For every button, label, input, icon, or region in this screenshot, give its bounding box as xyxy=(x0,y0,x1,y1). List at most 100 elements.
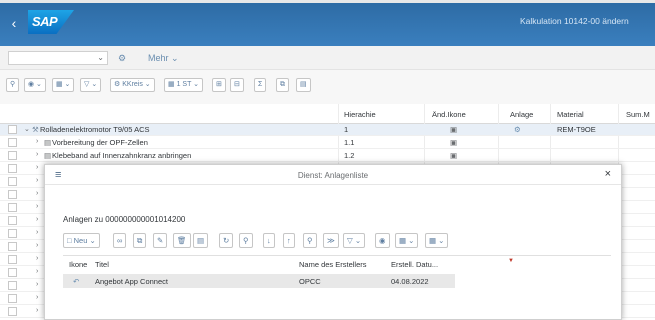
top-strip xyxy=(0,0,655,3)
unit-label: 1 ST xyxy=(176,81,192,88)
row-hierarchy: 1 xyxy=(344,125,349,134)
attachment-date: 04.08.2022 xyxy=(391,277,429,286)
view-button[interactable]: ◉ ⌄ xyxy=(24,78,46,92)
copy-icon[interactable]: ⧉ xyxy=(133,233,147,248)
unit-select[interactable]: ▦ 1 ST ⌄ xyxy=(164,78,204,92)
dialog-header: ≡ Dienst: Anlagenliste × xyxy=(45,165,621,185)
row-checkbox[interactable] xyxy=(8,255,17,264)
search-icon[interactable]: ⚲ xyxy=(303,233,317,248)
delete-icon[interactable]: 🗑 xyxy=(173,233,191,248)
table-row[interactable]: ↶ Angebot App Connect OPCC 04.08.2022 xyxy=(63,274,455,288)
chevron-right-icon[interactable]: › xyxy=(36,281,38,288)
chevron-right-icon[interactable]: › xyxy=(36,216,38,223)
edit-icon[interactable]: ✎ xyxy=(153,233,168,248)
row-checkbox[interactable] xyxy=(8,242,17,251)
chevron-right-icon[interactable]: › xyxy=(36,294,38,301)
chevron-right-icon[interactable]: › xyxy=(36,307,38,314)
row-checkbox[interactable] xyxy=(8,177,17,186)
close-icon[interactable]: × xyxy=(605,168,611,180)
row-checkbox[interactable] xyxy=(8,229,17,238)
change-icon[interactable]: ▣ xyxy=(450,138,457,147)
layout-button[interactable]: ▦ ⌄ xyxy=(395,233,419,248)
sap-logo: SAP xyxy=(28,10,74,34)
change-icon[interactable]: ▣ xyxy=(450,151,457,160)
column-aend-ikone[interactable]: Änd.Ikone xyxy=(432,110,466,119)
back-button[interactable]: ‹ xyxy=(6,14,22,32)
column-anlage[interactable]: Anlage xyxy=(510,110,533,119)
filter-button[interactable]: ▽ ⌄ xyxy=(80,78,102,92)
search-next-icon[interactable]: ≫ xyxy=(323,233,339,248)
kkreis-button[interactable]: ⚙ KKreis ⌄ xyxy=(110,78,155,92)
page-title: Kalkulation 10142-00 ändern xyxy=(520,16,629,26)
print-icon[interactable]: ▤ xyxy=(296,78,311,92)
view-button[interactable]: ▦ ⌄ xyxy=(425,233,449,248)
more-menu-button[interactable]: Mehr ⌄ xyxy=(148,51,179,65)
row-checkbox[interactable] xyxy=(8,203,17,212)
chevron-right-icon[interactable]: › xyxy=(36,151,38,158)
operation-icon: ▤ xyxy=(44,151,52,160)
new-button[interactable]: □ Neu ⌄ xyxy=(63,233,100,248)
row-checkbox[interactable] xyxy=(8,281,17,290)
column-datum[interactable]: Erstell. Datu... xyxy=(391,260,438,269)
chevron-right-icon[interactable]: › xyxy=(36,164,38,171)
subheader-toolbar: ⌄ ⚙ Mehr ⌄ xyxy=(0,46,655,70)
column-ersteller[interactable]: Name des Erstellers xyxy=(299,260,367,269)
sort-descending-icon[interactable]: ↑ xyxy=(283,233,295,248)
table-toolbar: ⚲ ◉ ⌄ ▦ ⌄ ▽ ⌄ ⚙ KKreis ⌄ ▦ 1 ST ⌄ ⊞ ⊟ Σ … xyxy=(0,70,655,100)
chevron-right-icon[interactable]: › xyxy=(36,229,38,236)
row-checkbox[interactable] xyxy=(8,190,17,199)
row-checkbox[interactable] xyxy=(8,294,17,303)
column-sum[interactable]: Sum.M xyxy=(626,110,650,119)
chevron-right-icon[interactable]: › xyxy=(36,190,38,197)
chevron-right-icon[interactable]: › xyxy=(36,177,38,184)
variant-select[interactable]: ⌄ xyxy=(8,51,108,65)
row-material: REM-T9OE xyxy=(557,125,596,134)
row-hierarchy: 1.1 xyxy=(344,138,355,147)
expand-icon[interactable]: ⊞ xyxy=(212,78,226,92)
link-attachment-icon: ↶ xyxy=(73,277,80,286)
chevron-right-icon[interactable]: › xyxy=(36,268,38,275)
chevron-down-icon[interactable]: ⌄ xyxy=(24,125,30,133)
gear-icon[interactable]: ⚙ xyxy=(118,51,126,65)
attachment-title[interactable]: Angebot App Connect xyxy=(95,277,168,286)
column-ikone[interactable]: Ikone xyxy=(69,260,87,269)
filter-button[interactable]: ▽ ⌄ xyxy=(343,233,366,248)
row-text: Vorbereitung der OPF-Zellen xyxy=(52,138,148,147)
row-checkbox[interactable] xyxy=(8,151,17,160)
table-row[interactable]: ⌄ ⚒ Rolladenelektromotor T9/05 ACS 1 ▣ ⚙… xyxy=(0,124,655,136)
column-titel[interactable]: Titel xyxy=(95,260,109,269)
column-hierachie[interactable]: Hierachie xyxy=(344,110,376,119)
more-label: Mehr xyxy=(148,53,169,63)
column-material[interactable]: Material xyxy=(557,110,584,119)
chevron-right-icon[interactable]: › xyxy=(36,242,38,249)
chevron-right-icon[interactable]: › xyxy=(36,255,38,262)
details-icon[interactable]: ⚲ xyxy=(239,233,253,248)
chevron-right-icon[interactable]: › xyxy=(36,203,38,210)
material-icon: ⚒ xyxy=(32,125,39,134)
copy-icon[interactable]: ⧉ xyxy=(276,78,289,92)
row-checkbox[interactable] xyxy=(8,268,17,277)
row-checkbox[interactable] xyxy=(8,307,17,316)
sort-ascending-icon[interactable]: ↓ xyxy=(263,233,275,248)
attachment-table: Ikone Titel Name des Erstellers Erstell.… xyxy=(63,255,611,320)
row-checkbox[interactable] xyxy=(8,125,17,134)
change-icon[interactable]: ▣ xyxy=(450,125,457,134)
settings-button[interactable]: ▦ ⌄ xyxy=(52,78,75,92)
row-hierarchy: 1.2 xyxy=(344,151,355,160)
search-icon[interactable]: ⚲ xyxy=(6,78,20,92)
table-row[interactable]: › ▤ Vorbereitung der OPF-Zellen 1.1 ▣ xyxy=(0,137,655,149)
collapse-icon[interactable]: ⊟ xyxy=(230,78,244,92)
attachment-icon[interactable]: ⚙ xyxy=(514,125,521,134)
row-checkbox[interactable] xyxy=(8,138,17,147)
dialog-subtitle: Anlagen zu 000000000001014200 xyxy=(63,215,186,224)
export-icon[interactable]: ◉ xyxy=(375,233,390,248)
row-checkbox[interactable] xyxy=(8,164,17,173)
link-icon[interactable]: ∞ xyxy=(113,233,127,248)
table-header: Hierachie Änd.Ikone Anlage Material Sum.… xyxy=(0,104,655,124)
sum-icon[interactable]: Σ xyxy=(254,78,267,92)
refresh-icon[interactable]: ↻ xyxy=(219,233,234,248)
save-icon[interactable]: ▤ xyxy=(193,233,209,248)
table-row[interactable]: › ▤ Klebeband auf Innenzahnkranz anbring… xyxy=(0,150,655,162)
chevron-right-icon[interactable]: › xyxy=(36,138,38,145)
row-checkbox[interactable] xyxy=(8,216,17,225)
